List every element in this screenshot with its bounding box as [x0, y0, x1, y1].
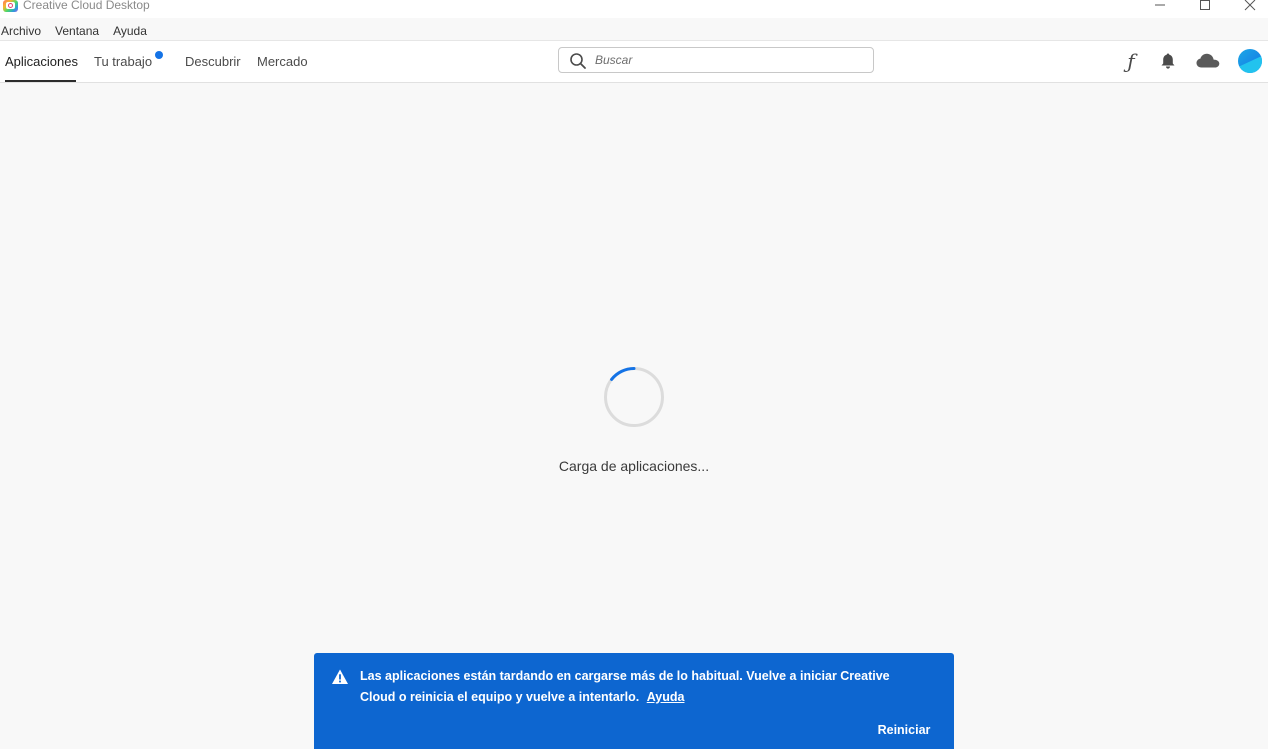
avatar[interactable] — [1238, 49, 1262, 73]
error-toast: Las aplicaciones están tardando en carga… — [314, 653, 954, 749]
maximize-icon[interactable] — [1192, 0, 1218, 14]
fonts-icon[interactable]: ƒ — [1121, 49, 1141, 73]
tab-aplicaciones[interactable]: Aplicaciones — [5, 54, 78, 70]
active-tab-indicator — [5, 80, 76, 82]
toast-message: Las aplicaciones están tardando en carga… — [360, 666, 900, 708]
top-navigation: Aplicaciones Tu trabajo Descubrir Mercad… — [0, 41, 1268, 83]
menu-archivo[interactable]: Archivo — [0, 22, 48, 40]
tab-mercado[interactable]: Mercado — [257, 54, 308, 70]
search-box[interactable] — [558, 47, 874, 73]
menu-ayuda[interactable]: Ayuda — [112, 22, 154, 40]
tab-descubrir[interactable]: Descubrir — [185, 54, 241, 70]
warning-icon — [332, 669, 348, 684]
cloud-icon[interactable] — [1194, 50, 1222, 72]
window-title: Creative Cloud Desktop — [23, 0, 150, 12]
title-bar: Creative Cloud Desktop — [0, 0, 1268, 18]
loading-text: Carga de aplicaciones... — [558, 458, 710, 474]
close-icon[interactable] — [1237, 0, 1263, 14]
tab-tu-trabajo[interactable]: Tu trabajo — [94, 54, 152, 70]
bell-icon[interactable] — [1158, 50, 1178, 72]
restart-button[interactable]: Reiniciar — [864, 720, 944, 740]
menu-ventana[interactable]: Ventana — [54, 22, 106, 40]
notification-dot — [155, 51, 163, 59]
search-input[interactable] — [595, 51, 865, 69]
minimize-icon[interactable] — [1147, 0, 1173, 14]
menu-bar: Archivo Ventana Ayuda — [0, 22, 160, 40]
search-icon — [570, 53, 586, 69]
help-link[interactable]: Ayuda — [647, 690, 685, 704]
toast-message-text: Las aplicaciones están tardando en carga… — [360, 669, 890, 704]
loading-spinner — [604, 367, 664, 427]
creative-cloud-logo — [3, 0, 18, 12]
